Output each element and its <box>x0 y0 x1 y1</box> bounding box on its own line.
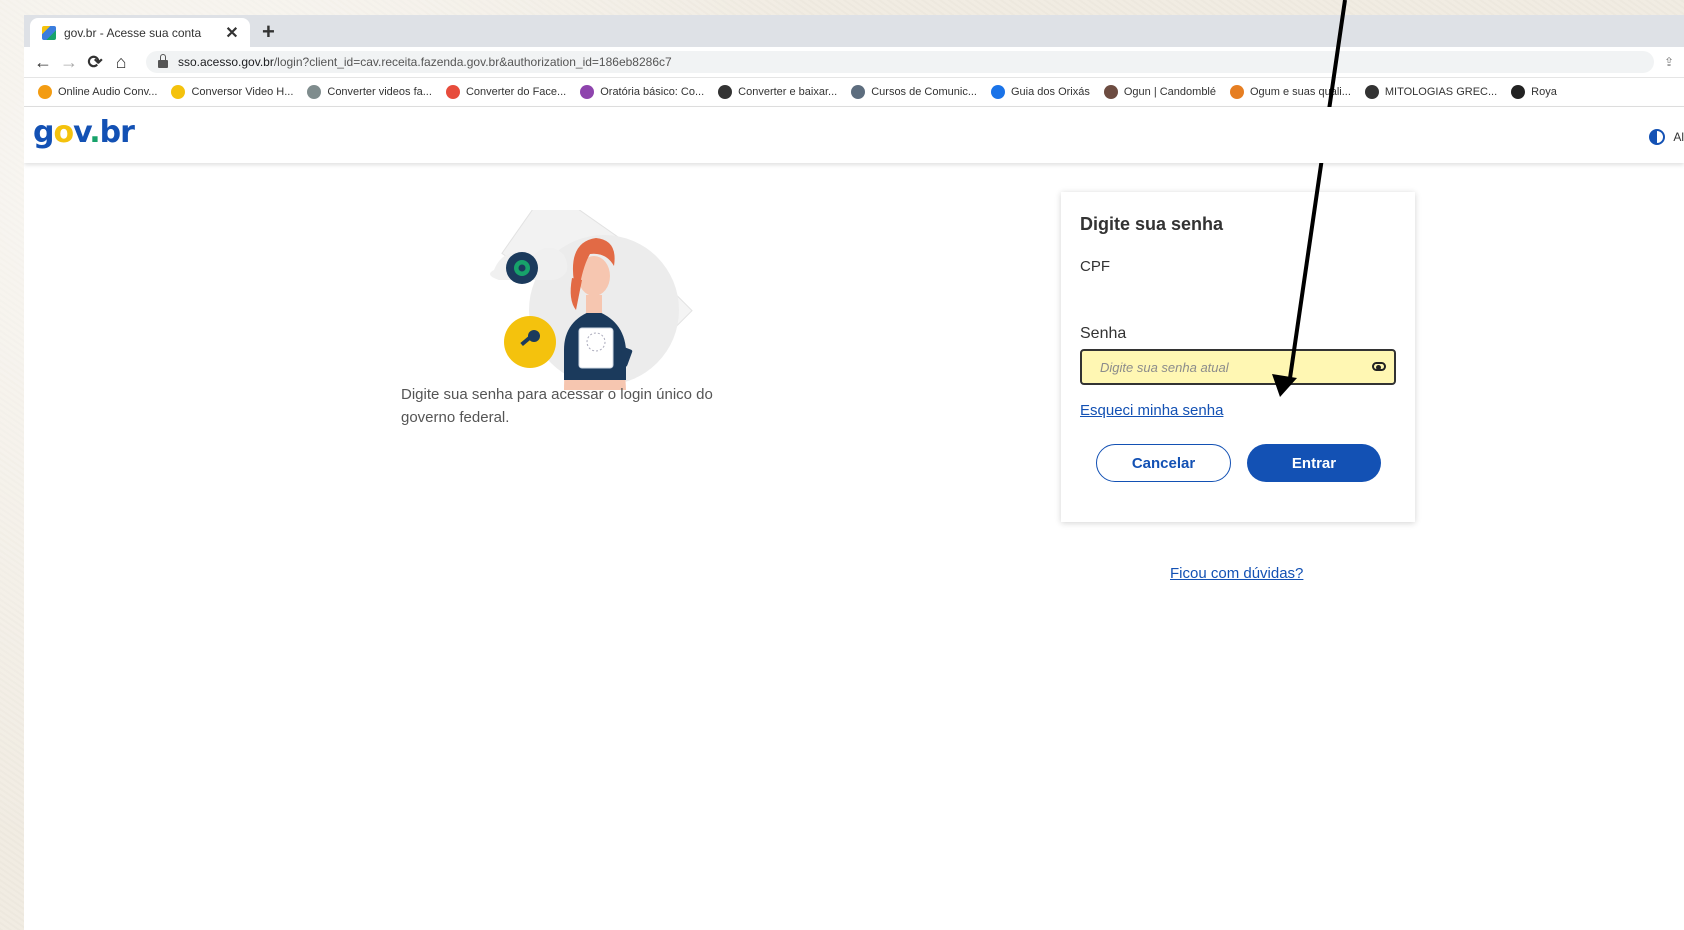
bookmark-item[interactable]: Cursos de Comunic... <box>851 85 977 99</box>
bookmark-favicon-icon <box>171 85 186 99</box>
forgot-password-link[interactable]: Esqueci minha senha <box>1080 402 1223 419</box>
contrast-toggle[interactable]: Al <box>1649 129 1684 145</box>
reload-icon[interactable]: ⟳ <box>82 52 108 73</box>
logo-v: v <box>73 115 90 150</box>
bookmark-label: Online Audio Conv... <box>58 86 158 98</box>
page-description: Digite sua senha para acessar o login ún… <box>401 386 713 426</box>
bookmark-favicon-icon <box>1511 85 1526 99</box>
close-tab-icon[interactable]: ✕ <box>222 23 242 43</box>
bookmark-item[interactable]: Online Audio Conv... <box>38 85 157 99</box>
bookmark-label: Cursos de Comunic... <box>871 86 977 98</box>
bookmark-favicon-icon <box>38 85 52 99</box>
address-bar[interactable]: sso.acesso.gov.br/login?client_id=cav.re… <box>146 51 1654 73</box>
bookmark-favicon-icon <box>1230 85 1244 99</box>
bookmark-item[interactable]: Ogun | Candomblé <box>1103 85 1216 99</box>
show-password-icon[interactable] <box>1372 362 1386 371</box>
login-card: Digite sua senha CPF Senha Esqueci minha… <box>1061 192 1415 522</box>
password-label: Senha <box>1080 325 1127 342</box>
card-title: Digite sua senha <box>1080 214 1224 234</box>
bookmark-item[interactable]: MITOLOGIAS GREC... <box>1364 85 1498 99</box>
url-host: sso.acesso.gov.br <box>178 55 274 69</box>
tab-strip: gov.br - Acesse sua conta ✕ + <box>24 15 1684 47</box>
bookmark-item[interactable]: Ogum e suas quali... <box>1230 85 1351 99</box>
bookmark-item[interactable]: Roya <box>1511 85 1557 99</box>
url-path: /login?client_id=cav.receita.fazenda.gov… <box>273 55 672 69</box>
govbr-header: gov.br Al <box>24 107 1684 163</box>
bookmark-item[interactable]: Conversor Video H... <box>171 85 293 99</box>
bookmark-favicon-icon <box>990 85 1005 99</box>
logo-o: o <box>53 115 74 150</box>
cpf-label: CPF <box>1080 258 1110 275</box>
bookmark-label: Converter e baixar... <box>738 86 838 98</box>
logo-b: b <box>99 115 122 150</box>
bookmark-item[interactable]: Converter e baixar... <box>718 85 837 99</box>
bookmark-label: MITOLOGIAS GREC... <box>1384 86 1498 98</box>
home-icon[interactable]: ⌂ <box>108 52 134 73</box>
contrast-label: Al <box>1673 130 1684 144</box>
bookmark-favicon-icon <box>1364 85 1379 99</box>
bookmark-label: Ogun | Candomblé <box>1123 86 1216 98</box>
bookmark-item[interactable]: Converter do Face... <box>445 85 567 99</box>
help-link[interactable]: Ficou com dúvidas? <box>1170 565 1303 582</box>
forward-arrow-icon[interactable]: → <box>56 52 82 73</box>
bookmark-favicon-icon <box>580 85 595 99</box>
bookmark-item[interactable]: Oratória básico: Co... <box>580 85 704 99</box>
share-icon[interactable]: ⇪ <box>1654 55 1684 69</box>
bookmark-label: Converter do Face... <box>465 86 567 98</box>
bookmark-label: Guia dos Orixás <box>1010 86 1090 98</box>
login-illustration <box>490 210 693 390</box>
browser-tab[interactable]: gov.br - Acesse sua conta ✕ <box>30 18 250 47</box>
bookmark-favicon-icon <box>718 85 733 99</box>
bookmark-favicon-icon <box>307 85 322 99</box>
bookmark-favicon-icon <box>851 85 866 99</box>
back-arrow-icon[interactable]: ← <box>30 52 56 73</box>
lock-icon <box>158 54 168 68</box>
browser-window: gov.br - Acesse sua conta ✕ + ← → ⟳ ⌂ ss… <box>24 15 1684 930</box>
bookmark-label: Conversor Video H... <box>191 86 294 98</box>
logo-g: g <box>33 115 55 150</box>
bookmark-favicon-icon <box>445 85 460 99</box>
logo-dot: . <box>89 115 100 150</box>
bookmark-label: Ogum e suas quali... <box>1250 86 1351 98</box>
new-tab-button[interactable]: + <box>262 19 275 45</box>
bookmark-favicon-icon <box>1103 85 1118 99</box>
logo-r: r <box>120 115 135 150</box>
bookmark-label: Oratória básico: Co... <box>600 86 705 98</box>
bookmarks-bar: Online Audio Conv... Conversor Video H...… <box>24 78 1684 107</box>
govbr-favicon-icon <box>42 25 56 40</box>
enter-button[interactable]: Entrar <box>1247 444 1381 482</box>
bookmark-item[interactable]: Guia dos Orixás <box>990 85 1090 99</box>
contrast-icon <box>1649 129 1666 145</box>
tab-title: gov.br - Acesse sua conta <box>64 25 202 40</box>
cancel-button[interactable]: Cancelar <box>1096 444 1231 482</box>
navigation-bar: ← → ⟳ ⌂ sso.acesso.gov.br/login?client_i… <box>24 47 1684 78</box>
govbr-logo[interactable]: gov.br <box>33 115 135 150</box>
bookmark-label: Converter videos fa... <box>327 86 432 98</box>
bookmark-item[interactable]: Converter videos fa... <box>307 85 432 99</box>
password-input[interactable] <box>1080 349 1396 385</box>
bookmark-label: Roya <box>1531 86 1557 98</box>
key-badge-icon <box>504 316 556 368</box>
